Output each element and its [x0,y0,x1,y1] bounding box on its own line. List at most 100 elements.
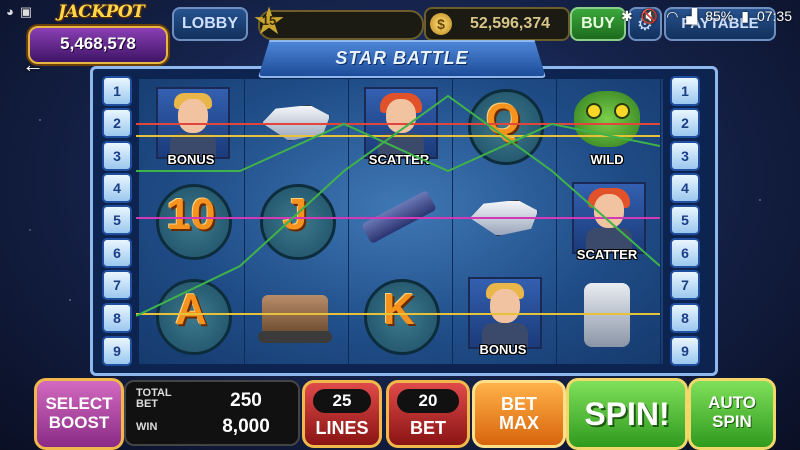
payline-button-right-6[interactable]: 6 [670,238,700,268]
payline-button-left-8[interactable]: 8 [102,303,132,333]
tank-track [258,331,332,343]
payline-button-left-4[interactable]: 4 [102,173,132,203]
letter-symbol: Q [485,95,521,144]
lobby-button[interactable]: LOBBY [172,7,248,41]
game-title-banner: STAR BATTLE [258,40,546,78]
reel-symbol: SCATTER [562,178,652,264]
payline-button-left-9[interactable]: 9 [102,336,132,366]
jackpot-value: 5,468,578 [60,34,136,53]
reel-symbol: K [354,273,444,359]
spin-button[interactable]: SPIN! [566,378,688,450]
payline-button-right-4[interactable]: 4 [670,173,700,203]
bet-label: BET [410,418,446,438]
lines-button[interactable]: 25 LINES [302,380,382,448]
payline-button-right-1[interactable]: 1 [670,76,700,106]
back-arrow-icon[interactable]: ← [22,52,44,78]
clock: 07:35 [756,8,792,24]
reel-symbol [354,178,444,264]
bet-max-label-1: BET [501,394,537,414]
payline-button-left-1[interactable]: 1 [102,76,132,106]
reel-symbol: BONUS [458,273,548,359]
battery-level: 85% [705,8,734,24]
letter-symbol: J [282,190,308,239]
character-portrait [468,277,542,349]
reel-symbol: A [146,273,236,359]
robot-icon [584,283,630,347]
reel-symbol: 10 [146,178,236,264]
payline-button-right-9[interactable]: 9 [670,336,700,366]
auto-spin-label-1: AUTO [708,393,756,412]
letter-symbol: 10 [166,190,216,239]
payline-button-left-5[interactable]: 5 [102,205,132,235]
coin-balance: $ 52,596,374 [424,7,570,41]
payline-button-right-5[interactable]: 5 [670,205,700,235]
game-title: STAR BATTLE [335,48,469,68]
status-bar-right: ✱ 🔇 ◠ ▟ 85% ▮ 07:35 [621,6,792,26]
total-bet-label-2: BET [136,398,158,410]
reel-symbol: WILD [562,83,652,169]
lines-value: 25 [313,389,371,413]
auto-spin-button[interactable]: AUTO SPIN [688,378,776,450]
character-portrait [572,182,646,254]
symbol-label: BONUS [479,342,527,357]
bluetooth-icon: ✱ [621,7,633,24]
reel-symbol: BONUS [146,83,236,169]
reel-symbol [250,273,340,359]
letter-symbol: A [175,285,207,334]
bet-win-panel: TOTAL BET 250 WIN 8,000 [124,380,300,446]
payline-button-left-6[interactable]: 6 [102,238,132,268]
bet-button[interactable]: 20 BET [386,380,470,448]
reel-symbol: Q [458,83,548,169]
select-boost-button[interactable]: SELECT BOOST [34,378,124,450]
select-boost-label-1: SELECT [45,394,113,413]
select-boost-label-2: BOOST [48,413,110,432]
face [386,99,416,133]
tank-icon [262,295,328,335]
frog-alien-icon [574,91,640,147]
character-portrait [364,87,438,159]
bet-max-button[interactable]: BET MAX [472,380,566,448]
eye [586,103,602,119]
total-bet-label: TOTAL BET [136,388,172,410]
payline-button-left-7[interactable]: 7 [102,270,132,300]
win-value: 8,000 [222,416,270,437]
payline-button-right-2[interactable]: 2 [670,108,700,138]
reel-symbol [458,178,548,264]
coin-icon: $ [430,13,452,35]
jackpot-box: 5,468,578 [28,26,168,64]
reel-area: BONUS 10 A J SCATTER K Q BONUS WILD SCATTER [139,79,663,364]
mute-icon: 🔇 [640,7,659,24]
payline-button-right-8[interactable]: 8 [670,303,700,333]
win-label: WIN [136,421,158,433]
signal-icon: ▟ [686,7,698,24]
symbol-label: BONUS [167,152,215,167]
face [594,194,624,228]
jackpot-title: JACKPOT [58,2,145,22]
face [490,289,520,323]
symbol-label: SCATTER [576,247,638,262]
reel-symbol [250,83,340,169]
face [178,99,208,133]
jackpot-panel: JACKPOT 5,468,578 [28,2,168,64]
wifi-icon: ◠ [666,7,679,24]
reel-symbol: SCATTER [354,83,444,169]
payline-button-right-3[interactable]: 3 [670,141,700,171]
spaceship-icon [262,105,330,141]
payline-button-right-7[interactable]: 7 [670,270,700,300]
slot-game-screen: ◕ ▣ JACKPOT 5,468,578 ← LOBBY ★ 15 $ 52,… [0,0,800,450]
reel-frame: BONUS 10 A J SCATTER K Q BONUS WILD SCATTER [90,66,718,376]
coin-balance-value: 52,596,374 [469,15,551,32]
symbol-label: WILD [590,152,624,167]
reel-symbol [562,273,652,359]
bet-max-label-2: MAX [499,413,539,433]
symbol-label: SCATTER [368,152,430,167]
payline-button-left-2[interactable]: 2 [102,108,132,138]
reel-symbol: J [250,178,340,264]
eye [614,103,630,119]
messenger-icon: ◕ [6,4,14,19]
bet-value: 20 [397,389,459,413]
total-bet-value: 250 [230,390,262,411]
payline-button-left-3[interactable]: 3 [102,141,132,171]
buy-button[interactable]: BUY [570,7,626,41]
character-portrait [156,87,230,159]
